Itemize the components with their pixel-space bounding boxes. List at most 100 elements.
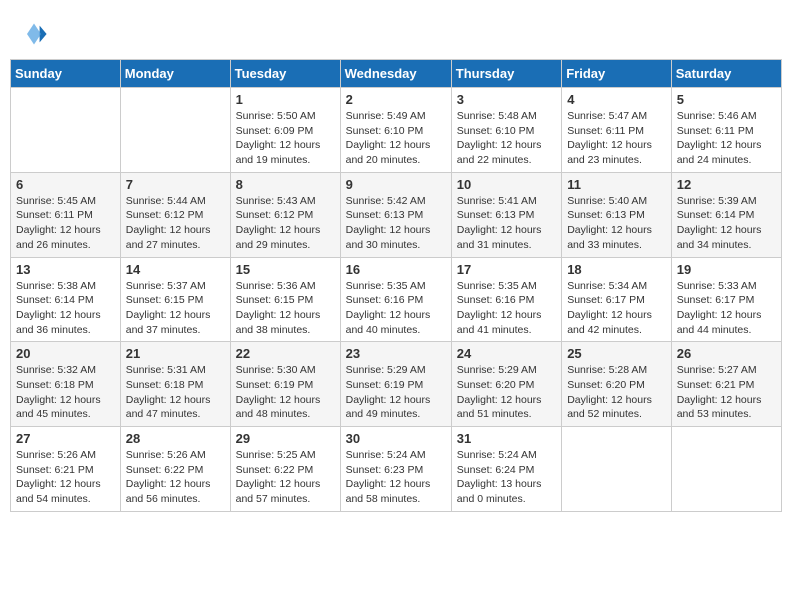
day-number: 26 (677, 346, 776, 361)
day-info: Sunrise: 5:42 AMSunset: 6:13 PMDaylight:… (346, 194, 446, 253)
day-info: Sunrise: 5:36 AMSunset: 6:15 PMDaylight:… (236, 279, 335, 338)
day-number: 25 (567, 346, 666, 361)
logo-icon (20, 20, 48, 48)
day-number: 12 (677, 177, 776, 192)
calendar-cell: 11Sunrise: 5:40 AMSunset: 6:13 PMDayligh… (562, 172, 672, 257)
column-header-tuesday: Tuesday (230, 60, 340, 88)
day-info: Sunrise: 5:48 AMSunset: 6:10 PMDaylight:… (457, 109, 556, 168)
day-info: Sunrise: 5:34 AMSunset: 6:17 PMDaylight:… (567, 279, 666, 338)
day-number: 11 (567, 177, 666, 192)
day-number: 17 (457, 262, 556, 277)
day-info: Sunrise: 5:26 AMSunset: 6:21 PMDaylight:… (16, 448, 115, 507)
calendar-cell: 29 Sunrise: 5:25 AMSunset: 6:22 PMDayligh… (230, 427, 340, 512)
day-number: 2 (346, 92, 446, 107)
day-info: Sunrise: 5:35 AMSunset: 6:16 PMDaylight:… (346, 279, 446, 338)
calendar-cell: 26 Sunrise: 5:27 AMSunset: 6:21 PMDayligh… (671, 342, 781, 427)
day-info: Sunrise: 5:37 AMSunset: 6:15 PMDaylight:… (126, 279, 225, 338)
day-info: Sunrise: 5:47 AMSunset: 6:11 PMDaylight:… (567, 109, 666, 168)
day-number: 16 (346, 262, 446, 277)
day-info: Sunrise: 5:46 AMSunset: 6:11 PMDaylight:… (677, 109, 776, 168)
calendar-cell: 31 Sunrise: 5:24 AMSunset: 6:24 PMDayligh… (451, 427, 561, 512)
calendar-cell: 19 Sunrise: 5:33 AMSunset: 6:17 PMDayligh… (671, 257, 781, 342)
column-header-thursday: Thursday (451, 60, 561, 88)
day-number: 23 (346, 346, 446, 361)
calendar-cell: 16 Sunrise: 5:35 AMSunset: 6:16 PMDayligh… (340, 257, 451, 342)
calendar-cell: 8 Sunrise: 5:43 AMSunset: 6:12 PMDaylight… (230, 172, 340, 257)
day-number: 29 (236, 431, 335, 446)
day-info: Sunrise: 5:33 AMSunset: 6:17 PMDaylight:… (677, 279, 776, 338)
day-number: 10 (457, 177, 556, 192)
calendar-cell: 4 Sunrise: 5:47 AMSunset: 6:11 PMDaylight… (562, 88, 672, 173)
calendar-cell: 15 Sunrise: 5:36 AMSunset: 6:15 PMDayligh… (230, 257, 340, 342)
day-number: 6 (16, 177, 115, 192)
calendar-cell: 22 Sunrise: 5:30 AMSunset: 6:19 PMDayligh… (230, 342, 340, 427)
day-number: 14 (126, 262, 225, 277)
day-number: 3 (457, 92, 556, 107)
calendar-cell: 7 Sunrise: 5:44 AMSunset: 6:12 PMDaylight… (120, 172, 230, 257)
day-number: 5 (677, 92, 776, 107)
calendar-table: SundayMondayTuesdayWednesdayThursdayFrid… (10, 59, 782, 512)
day-number: 18 (567, 262, 666, 277)
calendar-cell: 18 Sunrise: 5:34 AMSunset: 6:17 PMDayligh… (562, 257, 672, 342)
calendar-week-5: 27 Sunrise: 5:26 AMSunset: 6:21 PMDayligh… (11, 427, 782, 512)
calendar-week-4: 20 Sunrise: 5:32 AMSunset: 6:18 PMDayligh… (11, 342, 782, 427)
column-header-wednesday: Wednesday (340, 60, 451, 88)
day-info: Sunrise: 5:29 AMSunset: 6:20 PMDaylight:… (457, 363, 556, 422)
day-number: 28 (126, 431, 225, 446)
day-number: 20 (16, 346, 115, 361)
day-number: 15 (236, 262, 335, 277)
calendar-cell: 9 Sunrise: 5:42 AMSunset: 6:13 PMDaylight… (340, 172, 451, 257)
day-number: 31 (457, 431, 556, 446)
day-info: Sunrise: 5:43 AMSunset: 6:12 PMDaylight:… (236, 194, 335, 253)
calendar-week-2: 6Sunrise: 5:45 AMSunset: 6:11 PMDaylight… (11, 172, 782, 257)
day-info: Sunrise: 5:50 AMSunset: 6:09 PMDaylight:… (236, 109, 335, 168)
calendar-cell: 1 Sunrise: 5:50 AMSunset: 6:09 PMDaylight… (230, 88, 340, 173)
day-number: 19 (677, 262, 776, 277)
day-info: Sunrise: 5:24 AMSunset: 6:24 PMDaylight:… (457, 448, 556, 507)
column-header-sunday: Sunday (11, 60, 121, 88)
calendar-week-1: 1 Sunrise: 5:50 AMSunset: 6:09 PMDaylight… (11, 88, 782, 173)
day-number: 1 (236, 92, 335, 107)
day-info: Sunrise: 5:32 AMSunset: 6:18 PMDaylight:… (16, 363, 115, 422)
day-info: Sunrise: 5:35 AMSunset: 6:16 PMDaylight:… (457, 279, 556, 338)
calendar-cell: 10Sunrise: 5:41 AMSunset: 6:13 PMDayligh… (451, 172, 561, 257)
day-info: Sunrise: 5:49 AMSunset: 6:10 PMDaylight:… (346, 109, 446, 168)
calendar-cell: 25Sunrise: 5:28 AMSunset: 6:20 PMDayligh… (562, 342, 672, 427)
day-info: Sunrise: 5:29 AMSunset: 6:19 PMDaylight:… (346, 363, 446, 422)
day-info: Sunrise: 5:25 AMSunset: 6:22 PMDaylight:… (236, 448, 335, 507)
day-info: Sunrise: 5:44 AMSunset: 6:12 PMDaylight:… (126, 194, 225, 253)
column-header-saturday: Saturday (671, 60, 781, 88)
day-number: 4 (567, 92, 666, 107)
day-number: 13 (16, 262, 115, 277)
day-info: Sunrise: 5:30 AMSunset: 6:19 PMDaylight:… (236, 363, 335, 422)
calendar-cell: 20 Sunrise: 5:32 AMSunset: 6:18 PMDayligh… (11, 342, 121, 427)
calendar-cell: 30 Sunrise: 5:24 AMSunset: 6:23 PMDayligh… (340, 427, 451, 512)
day-info: Sunrise: 5:24 AMSunset: 6:23 PMDaylight:… (346, 448, 446, 507)
day-number: 8 (236, 177, 335, 192)
calendar-cell: 27 Sunrise: 5:26 AMSunset: 6:21 PMDayligh… (11, 427, 121, 512)
day-info: Sunrise: 5:27 AMSunset: 6:21 PMDaylight:… (677, 363, 776, 422)
day-number: 9 (346, 177, 446, 192)
calendar-cell: 6Sunrise: 5:45 AMSunset: 6:11 PMDaylight… (11, 172, 121, 257)
calendar-cell: 17 Sunrise: 5:35 AMSunset: 6:16 PMDayligh… (451, 257, 561, 342)
calendar-cell (562, 427, 672, 512)
day-number: 27 (16, 431, 115, 446)
day-number: 22 (236, 346, 335, 361)
calendar-cell: 14 Sunrise: 5:37 AMSunset: 6:15 PMDayligh… (120, 257, 230, 342)
calendar-cell (120, 88, 230, 173)
calendar-cell (671, 427, 781, 512)
day-number: 7 (126, 177, 225, 192)
column-header-monday: Monday (120, 60, 230, 88)
calendar-week-3: 13Sunrise: 5:38 AMSunset: 6:14 PMDayligh… (11, 257, 782, 342)
logo (20, 20, 52, 48)
day-info: Sunrise: 5:26 AMSunset: 6:22 PMDaylight:… (126, 448, 225, 507)
page-header (10, 10, 782, 53)
day-number: 30 (346, 431, 446, 446)
calendar-cell (11, 88, 121, 173)
day-info: Sunrise: 5:31 AMSunset: 6:18 PMDaylight:… (126, 363, 225, 422)
day-number: 24 (457, 346, 556, 361)
day-number: 21 (126, 346, 225, 361)
calendar-cell: 3 Sunrise: 5:48 AMSunset: 6:10 PMDaylight… (451, 88, 561, 173)
calendar-header-row: SundayMondayTuesdayWednesdayThursdayFrid… (11, 60, 782, 88)
calendar-cell: 21 Sunrise: 5:31 AMSunset: 6:18 PMDayligh… (120, 342, 230, 427)
